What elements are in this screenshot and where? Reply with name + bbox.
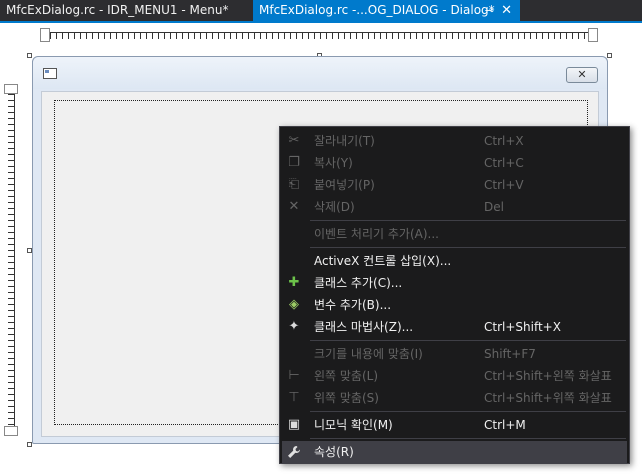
pin-icon[interactable]: ⊸ xyxy=(485,0,494,21)
menu-item-add-event-handler[interactable]: 이벤트 처리기 추가(A)... xyxy=(282,223,627,245)
menu-item-label: 이벤트 처리기 추가(A)... xyxy=(314,227,439,241)
menu-item-label: 복사(Y) xyxy=(314,156,353,170)
menu-separator xyxy=(310,340,626,341)
menu-item-label: 니모닉 확인(M) xyxy=(314,418,393,432)
horizontal-ruler[interactable] xyxy=(40,28,598,44)
add-class-icon: ✚ xyxy=(288,275,300,290)
menu-item-shortcut: Ctrl+M xyxy=(484,418,526,432)
context-menu[interactable]: ✂ 잘라내기(T) Ctrl+X ❐ 복사(Y) Ctrl+C ⎗ 붙여넣기(P… xyxy=(279,126,630,464)
resize-handle-top-left[interactable] xyxy=(27,53,32,58)
menu-item-delete[interactable]: ✕ 삭제(D) Del xyxy=(282,196,627,218)
menu-item-check-mnemonics[interactable]: ▣ 니모닉 확인(M) Ctrl+M xyxy=(282,414,627,436)
menu-item-shortcut: Ctrl+C xyxy=(484,156,524,170)
menu-item-shortcut: Shift+F7 xyxy=(484,347,536,361)
resize-handle-top-right[interactable] xyxy=(607,53,612,58)
menu-item-label: ActiveX 컨트롤 삽입(X)... xyxy=(314,254,452,268)
menu-item-add-class[interactable]: ✚ 클래스 추가(C)... xyxy=(282,272,627,294)
delete-icon: ✕ xyxy=(288,199,300,214)
menu-item-label: 클래스 마법사(Z)... xyxy=(314,320,414,334)
ruler-end-box xyxy=(4,84,18,94)
tab-dialog-editor[interactable]: MfcExDialog.rc -...OG_DIALOG - Dialog* ⊸… xyxy=(253,0,520,21)
menu-item-copy[interactable]: ❐ 복사(Y) Ctrl+C xyxy=(282,152,627,174)
menu-item-label: 잘라내기(T) xyxy=(314,134,375,148)
document-tab-strip: MfcExDialog.rc - IDR_MENU1 - Menu* MfcEx… xyxy=(0,0,642,21)
wrench-icon xyxy=(286,444,302,460)
menu-item-label: 위쪽 맞춤(S) xyxy=(314,391,379,405)
dialog-title-bar[interactable]: ✕ xyxy=(33,57,607,89)
menu-item-label: 속성(R) xyxy=(314,445,354,459)
menu-separator xyxy=(310,247,626,248)
align-top-icon: ⊤ xyxy=(288,390,300,405)
menu-item-class-wizard[interactable]: ✦ 클래스 마법사(Z)... Ctrl+Shift+X xyxy=(282,316,627,338)
menu-item-label: 왼쪽 맞춤(L) xyxy=(314,369,379,383)
menu-item-shortcut: Del xyxy=(484,200,504,214)
menu-item-size-to-content[interactable]: 크기를 내용에 맞춤(I) Shift+F7 xyxy=(282,343,627,365)
vertical-ruler[interactable] xyxy=(4,84,20,436)
ruler-end-box xyxy=(40,28,50,42)
menu-separator xyxy=(310,411,626,412)
menu-item-shortcut: Ctrl+Shift+왼쪽 화살표 xyxy=(484,369,612,383)
menu-item-align-left[interactable]: ⊢ 왼쪽 맞춤(L) Ctrl+Shift+왼쪽 화살표 xyxy=(282,365,627,387)
ruler-line xyxy=(14,94,15,426)
menu-item-label: 변수 추가(B)... xyxy=(314,298,392,312)
ruler-line xyxy=(50,32,588,33)
add-variable-icon: ◈ xyxy=(289,297,299,312)
menu-separator xyxy=(310,220,626,221)
menu-item-shortcut: Ctrl+Shift+X xyxy=(484,320,561,334)
menu-item-label: 삭제(D) xyxy=(314,200,355,214)
class-wizard-icon: ✦ xyxy=(288,319,300,334)
scissors-icon: ✂ xyxy=(288,133,300,148)
tab-label: MfcExDialog.rc -...OG_DIALOG - Dialog* xyxy=(259,3,495,17)
tab-label: MfcExDialog.rc - IDR_MENU1 - Menu* xyxy=(6,3,229,17)
menu-item-insert-activex[interactable]: ActiveX 컨트롤 삽입(X)... xyxy=(282,250,627,272)
menu-item-add-variable[interactable]: ◈ 변수 추가(B)... xyxy=(282,294,627,316)
menu-item-label: 붙여넣기(P) xyxy=(314,178,375,192)
align-left-icon: ⊢ xyxy=(288,368,300,383)
dialog-close-button[interactable]: ✕ xyxy=(566,67,598,83)
menu-item-align-top[interactable]: ⊤ 위쪽 맞춤(S) Ctrl+Shift+위쪽 화살표 xyxy=(282,387,627,409)
menu-item-paste[interactable]: ⎗ 붙여넣기(P) Ctrl+V xyxy=(282,174,627,196)
paste-icon: ⎗ xyxy=(288,177,300,192)
menu-item-shortcut: Ctrl+X xyxy=(484,134,524,148)
tab-menu-editor[interactable]: MfcExDialog.rc - IDR_MENU1 - Menu* xyxy=(0,0,250,21)
menu-item-label: 크기를 내용에 맞춤(I) xyxy=(314,347,423,361)
ruler-ticks xyxy=(50,32,588,39)
menu-separator xyxy=(310,438,626,439)
menu-item-label: 클래스 추가(C)... xyxy=(314,276,403,290)
close-icon[interactable]: ✕ xyxy=(501,0,512,21)
menu-item-cut[interactable]: ✂ 잘라내기(T) Ctrl+X xyxy=(282,130,627,152)
menu-item-shortcut: Ctrl+Shift+위쪽 화살표 xyxy=(484,391,612,405)
window-icon xyxy=(43,68,57,79)
menu-item-properties[interactable]: 속성(R) xyxy=(282,441,627,463)
ruler-end-box xyxy=(588,28,598,42)
menu-item-shortcut: Ctrl+V xyxy=(484,178,524,192)
copy-icon: ❐ xyxy=(288,155,300,170)
check-mnemonics-icon: ▣ xyxy=(287,417,301,432)
ruler-end-box xyxy=(4,426,18,436)
